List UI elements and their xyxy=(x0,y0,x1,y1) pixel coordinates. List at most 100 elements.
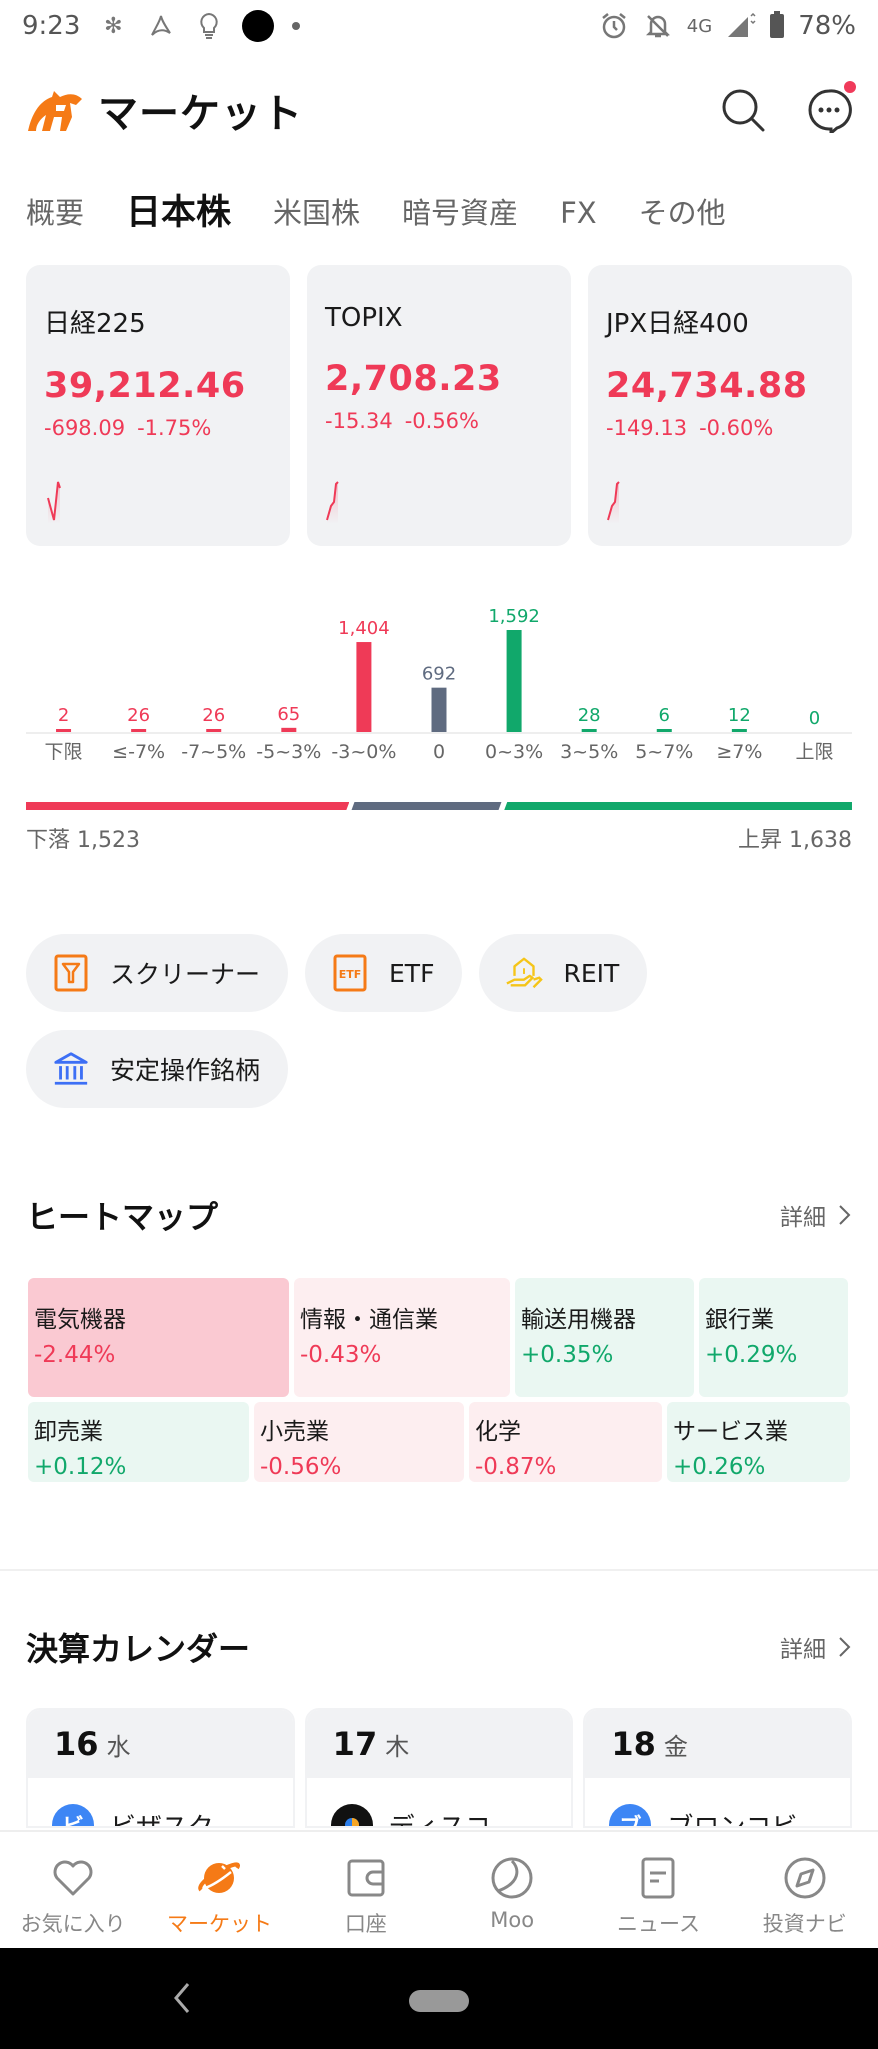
unchanged-segment xyxy=(351,802,502,810)
reit-button[interactable]: REIT xyxy=(479,934,648,1012)
etf-button[interactable]: ETF ETF xyxy=(305,934,463,1012)
more-label: 詳細 xyxy=(780,1637,826,1663)
chart-bar xyxy=(281,727,297,732)
tab-label: 日本株 xyxy=(126,193,232,233)
sector-name: 情報・通信業 xyxy=(300,1307,438,1333)
price-change-distribution-chart[interactable]: 2 下限 26 ≤-7% 26 -7~5% 65 -5~3% 1,404 -3~0% 692 0 1,5… xyxy=(26,600,852,780)
sector-name: 銀行業 xyxy=(705,1307,774,1333)
heatmap-cell[interactable]: 化学 -0.87% xyxy=(469,1402,662,1482)
sector-name: 輸送用機器 xyxy=(521,1307,636,1333)
earnings-item[interactable]: ブ ブロンコビ… xyxy=(585,1778,850,1826)
nav-investment-navi[interactable]: 投資ナビ xyxy=(732,1832,878,1948)
market-tabs: 概要 日本株 米国株 暗号資産 FX その他 xyxy=(26,188,768,238)
declining-value: 1,523 xyxy=(77,828,140,853)
sector-name: 卸売業 xyxy=(34,1419,103,1445)
nav-news[interactable]: ニュース xyxy=(585,1832,731,1948)
battery-level: 78% xyxy=(798,11,856,41)
earnings-calendar-more-link[interactable]: 詳細 xyxy=(780,1630,852,1664)
tab-japan-stocks[interactable]: 日本株 xyxy=(124,188,232,238)
nav-account[interactable]: 口座 xyxy=(293,1832,439,1948)
chart-category-label: 5~7% xyxy=(635,741,693,763)
tab-fx[interactable]: FX xyxy=(560,188,597,238)
earnings-item[interactable]: ビ ビザスク xyxy=(28,1778,293,1826)
chart-category-label: ≥7% xyxy=(716,741,762,763)
heatmap-cell[interactable]: 情報・通信業 -0.43% xyxy=(294,1278,510,1397)
advance-decline-bar xyxy=(26,802,852,810)
section-divider xyxy=(0,1569,878,1571)
index-name: TOPIX xyxy=(325,303,403,333)
heatmap-cell[interactable]: 輸送用機器 +0.35% xyxy=(515,1278,694,1397)
calendar-day-column[interactable]: 16 水 ビ ビザスク xyxy=(26,1708,295,1828)
chart-category-label: -5~3% xyxy=(256,741,321,763)
status-time: 9:23 xyxy=(22,11,81,41)
heatmap-cell[interactable]: サービス業 +0.26% xyxy=(667,1402,850,1482)
heatmap-cell[interactable]: 小売業 -0.56% xyxy=(254,1402,464,1482)
chart-bar xyxy=(206,729,222,732)
system-back-icon[interactable] xyxy=(170,1980,194,2016)
index-change: -149.13 xyxy=(606,416,688,440)
nav-label: 投資ナビ xyxy=(762,1912,847,1936)
screener-button[interactable]: スクリーナー xyxy=(26,934,289,1012)
heatmap-cell[interactable]: 銀行業 +0.29% xyxy=(699,1278,848,1397)
chart-category-label: 0 xyxy=(433,741,445,763)
index-change-pct: -0.60% xyxy=(699,416,774,440)
nav-moo[interactable]: Moo xyxy=(439,1832,585,1948)
heatmap-more-link[interactable]: 詳細 xyxy=(780,1198,852,1232)
index-card-nikkei225[interactable]: 日経225 39,212.46 -698.09 -1.75% xyxy=(26,265,290,546)
advancing-segment xyxy=(504,802,852,810)
nav-market[interactable]: マーケット xyxy=(146,1832,292,1948)
chart-value-label: 28 xyxy=(578,705,601,726)
chart-bar xyxy=(731,729,747,732)
chart-bar xyxy=(506,630,522,732)
chart-bar xyxy=(581,729,597,732)
nav-favorites[interactable]: お気に入り xyxy=(0,1832,146,1948)
index-price: 2,708.23 xyxy=(325,359,502,399)
news-icon xyxy=(641,1857,675,1899)
heatmap-cell[interactable]: 電気機器 -2.44% xyxy=(28,1278,289,1397)
chart-value-label: 12 xyxy=(728,705,751,726)
tab-us-stocks[interactable]: 米国株 xyxy=(273,188,360,238)
chart-value-label: 26 xyxy=(127,705,150,726)
tab-other[interactable]: その他 xyxy=(639,188,726,238)
chart-value-label: 65 xyxy=(277,704,300,725)
calendar-day: 16 xyxy=(54,1725,99,1763)
chart-category-label: -3~0% xyxy=(331,741,396,763)
chart-bar xyxy=(356,642,372,732)
heatmap-title: ヒートマップ xyxy=(26,1198,219,1236)
tab-crypto[interactable]: 暗号資産 xyxy=(402,188,518,238)
tab-label: その他 xyxy=(638,196,726,230)
chip-label: REIT xyxy=(563,958,620,988)
index-price: 39,212.46 xyxy=(44,366,246,406)
system-home-button[interactable] xyxy=(409,1990,469,2012)
index-change: -698.09 xyxy=(44,416,126,440)
company-logo: ビ xyxy=(52,1804,94,1826)
sparkline-chart xyxy=(326,481,339,524)
earnings-item[interactable]: ディスコ xyxy=(307,1778,572,1826)
chevron-right-icon xyxy=(839,1637,851,1657)
chip-label: ETF xyxy=(389,958,435,988)
messages-button[interactable] xyxy=(806,81,856,137)
index-card-jpx400[interactable]: JPX日経400 24,734.88 -149.13 -0.60% xyxy=(588,265,852,546)
calendar-day: 17 xyxy=(332,1725,378,1763)
index-name: 日経225 xyxy=(44,309,146,339)
tab-overview[interactable]: 概要 xyxy=(26,188,84,238)
earnings-calendar: 16 水 ビ ビザスク 17 木 ディスコ 18 金 ブ ブロンコビ… xyxy=(26,1708,853,1828)
chart-bar xyxy=(431,687,447,732)
sector-change: -0.43% xyxy=(300,1342,382,1368)
sector-change: -0.87% xyxy=(475,1454,557,1480)
signal-icon xyxy=(726,11,756,41)
index-cards: 日経225 39,212.46 -698.09 -1.75% TOPIX 2,70… xyxy=(26,265,852,546)
calendar-day-column[interactable]: 18 金 ブ ブロンコビ… xyxy=(583,1708,853,1828)
heatmap-header: ヒートマップ 詳細 xyxy=(26,1192,852,1238)
heart-icon xyxy=(53,1860,93,1896)
pdf-notification-icon xyxy=(146,11,176,41)
heatmap-cell[interactable]: 卸売業 +0.12% xyxy=(28,1402,249,1482)
sector-change: +0.12% xyxy=(34,1454,127,1480)
stabilized-stocks-button[interactable]: 安定操作銘柄 xyxy=(26,1030,289,1108)
company-logo: ブ xyxy=(609,1804,652,1826)
index-card-topix[interactable]: TOPIX 2,708.23 -15.34 -0.56% xyxy=(307,265,571,546)
earnings-calendar-header: 決算カレンダー 詳細 xyxy=(26,1624,852,1670)
calendar-day-column[interactable]: 17 木 ディスコ xyxy=(304,1708,574,1828)
calendar-day: 18 xyxy=(611,1725,656,1763)
search-icon[interactable] xyxy=(720,87,766,133)
